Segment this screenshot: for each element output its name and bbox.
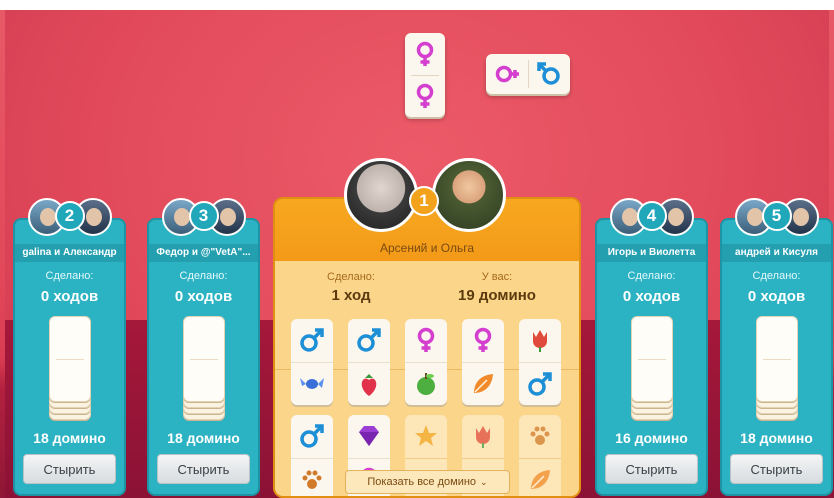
male-icon [291, 415, 333, 459]
moves-count: 1 ход [331, 287, 371, 304]
steal-button[interactable]: Стырить [157, 454, 250, 484]
show-all-dominoes-button[interactable]: Показать все домино ⌄ [345, 470, 510, 494]
done-label: Сделано: [45, 270, 94, 282]
tulip-icon [462, 415, 504, 459]
player-panel: 5 андрей и Кисуля Сделано: 0 ходов 18 до… [720, 198, 833, 496]
steal-button[interactable]: Стырить [23, 454, 116, 484]
player-name: galina и Александр [15, 244, 124, 262]
done-label: Сделано: [179, 270, 228, 282]
current-player-avatars: 1 [344, 158, 508, 236]
hand-domino-tile[interactable] [291, 319, 333, 405]
player-avatars: 3 [156, 198, 252, 242]
hand-domino-tile[interactable] [519, 415, 561, 497]
female-icon [411, 76, 439, 118]
top-border [0, 0, 834, 10]
domino-count: 18 домино [740, 430, 813, 446]
avatar [344, 158, 418, 232]
player-panel: 2 galina и Александр Сделано: 0 ходов 18… [13, 198, 126, 496]
game-board: 2 galina и Александр Сделано: 0 ходов 18… [0, 0, 834, 498]
male-icon [348, 319, 390, 363]
done-label: Сделано: [752, 270, 801, 282]
moves-count: 0 ходов [622, 288, 681, 305]
player-avatars: 4 [604, 198, 700, 242]
leaf-icon [519, 459, 561, 497]
paw-icon [291, 459, 333, 497]
player-name: андрей и Кисуля [722, 244, 831, 262]
female-icon [411, 33, 439, 76]
player-avatars: 2 [22, 198, 118, 242]
hand-domino-tile[interactable] [519, 319, 561, 405]
moves-count: 0 ходов [747, 288, 806, 305]
done-label: Сделано: [627, 270, 676, 282]
hand-count: 19 домино [458, 287, 536, 304]
domino-stack [176, 316, 232, 422]
player-number-badge: 1 [409, 186, 439, 216]
player-name: Игорь и Виолетта [597, 244, 706, 262]
leaf-icon [462, 363, 504, 406]
hand-domino-tile[interactable] [291, 415, 333, 497]
strawberry-icon [348, 363, 390, 406]
female-icon [405, 319, 447, 363]
paw-icon [519, 415, 561, 459]
done-label: Сделано: [327, 271, 375, 283]
player-number-badge: 4 [636, 201, 667, 231]
domino-stack [749, 316, 805, 422]
apple-icon [405, 363, 447, 406]
tulip-icon [519, 319, 561, 363]
player-number-badge: 2 [54, 201, 85, 231]
domino-count: 18 домино [33, 430, 106, 446]
domino-count: 16 домино [615, 430, 688, 446]
male-icon [519, 363, 561, 406]
player-number-badge: 5 [761, 201, 792, 231]
player-panel: 3 Федор и @"VetA"... Сделано: 0 ходов 18… [147, 198, 260, 496]
female-icon [462, 319, 504, 363]
chevron-down-icon: ⌄ [480, 476, 488, 487]
have-label: У вас: [481, 271, 513, 283]
hand-stat: У вас: 19 домино [437, 271, 557, 304]
domino-count: 18 домино [167, 430, 240, 446]
player-number-badge: 3 [188, 201, 219, 231]
player-name: Федор и @"VetA"... [149, 244, 258, 262]
moves-count: 0 ходов [40, 288, 99, 305]
male-reversed-icon [529, 60, 571, 88]
show-all-label: Показать все домино [367, 476, 477, 488]
hand-domino-tile[interactable] [462, 319, 504, 405]
domino-stack [624, 316, 680, 422]
table-domino-tile [486, 54, 570, 94]
hand-domino-tile[interactable] [348, 319, 390, 405]
steal-button[interactable]: Стырить [605, 454, 698, 484]
current-player-name: Арсений и Ольга [380, 241, 474, 255]
moves-count: 0 ходов [174, 288, 233, 305]
male-icon [291, 319, 333, 363]
hand-domino-tile[interactable] [405, 319, 447, 405]
female-plus-icon [486, 60, 529, 88]
diamond-icon [348, 415, 390, 459]
candy-icon [291, 363, 333, 406]
moves-stat: Сделано: 1 ход [291, 271, 411, 304]
player-panel: 4 Игорь и Виолетта Сделано: 0 ходов 16 д… [595, 198, 708, 496]
avatar [432, 158, 506, 232]
domino-stack [42, 316, 98, 422]
steal-button[interactable]: Стырить [730, 454, 823, 484]
current-player-panel: Арсений и Ольга Сделано: 1 ход У вас: 19… [273, 197, 581, 498]
table-domino-tile [405, 33, 445, 117]
star-icon [405, 415, 447, 459]
player-avatars: 5 [729, 198, 825, 242]
